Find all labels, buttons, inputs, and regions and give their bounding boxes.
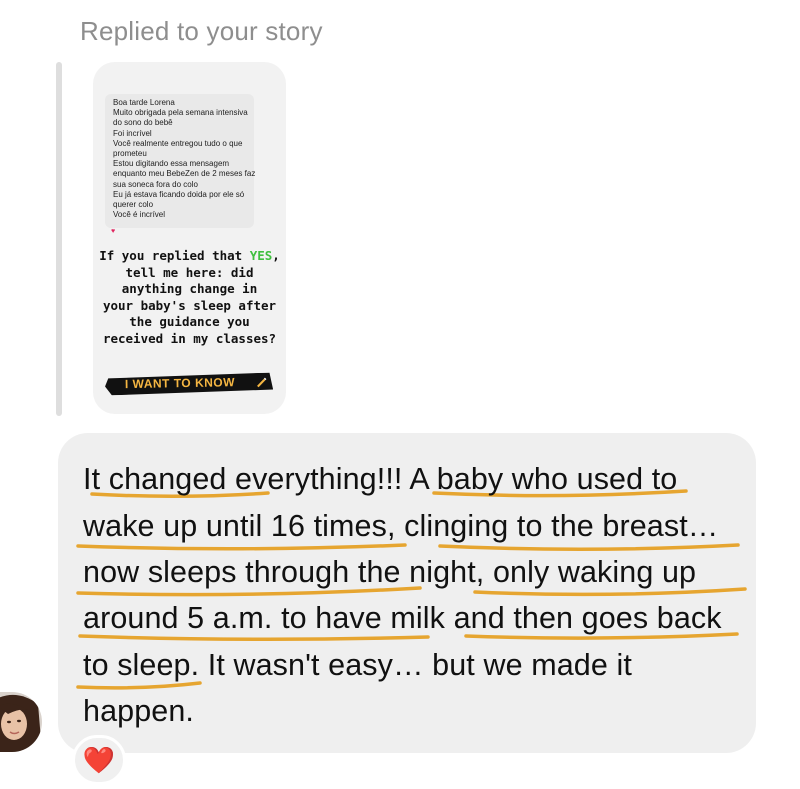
story-inner-line: do sono do bebê: [113, 118, 173, 128]
story-inner-line: Foi incrível: [113, 128, 152, 138]
story-inner-line: Muito obrigada pela semana intensiva: [113, 108, 248, 118]
cta-line: If you replied that YES,: [99, 248, 280, 263]
message-line: to sleep. It wasn't easy… but we made it: [83, 648, 632, 682]
message-line: It changed everything!!! A baby who used…: [83, 462, 678, 496]
reply-header: Replied to your story: [80, 16, 323, 46]
heart-reaction[interactable]: ❤️: [72, 735, 126, 785]
message-line: happen.: [83, 694, 194, 728]
cta-line: anything change in: [121, 281, 258, 296]
quote-bar: [56, 62, 62, 416]
i-want-to-know-button[interactable]: I WANT TO KNOW: [105, 373, 273, 396]
sender-avatar[interactable]: [0, 692, 42, 752]
cta-line: received in my classes?: [102, 330, 277, 346]
i-want-to-know-label: I WANT TO KNOW: [124, 375, 236, 392]
avatar-photo: [0, 692, 42, 752]
story-inner-line: sua soneca fora do colo: [113, 179, 198, 189]
story-preview[interactable]: Boa tarde Lorena Muito obrigada pela sem…: [93, 62, 286, 414]
story-cta-text: If you replied that YES, tell me here: d…: [93, 248, 286, 347]
cta-line: the guidance you: [129, 314, 250, 329]
story-heart-icon: ♥: [111, 228, 116, 235]
cta-line: your baby's sleep after: [102, 297, 277, 313]
heart-reaction-icon: ❤️: [82, 744, 116, 775]
pencil-icon: [255, 376, 267, 388]
story-inner-line: Você é incrível: [113, 210, 166, 220]
story-inner-line: prometeu: [113, 149, 147, 159]
story-inner-line: Eu já estava ficando doida por ele só: [113, 189, 245, 199]
message-line: wake up until 16 times, clinging to the …: [83, 509, 719, 543]
story-inner-line: Estou digitando essa mensagem: [113, 159, 230, 169]
message-line: around 5 a.m. to have milk and then goes…: [83, 601, 722, 635]
cta-line: tell me here: did: [125, 264, 254, 280]
message-line: now sleeps through the night, only wakin…: [83, 555, 697, 589]
cta-yes-highlight: YES: [249, 248, 273, 263]
story-inner-line: Boa tarde Lorena: [113, 98, 175, 107]
story-inner-line: Você realmente entregou tudo o que: [113, 138, 243, 148]
story-inner-line: enquanto meu BebeZen de 2 meses faz: [113, 169, 256, 179]
story-inner-message: Boa tarde Lorena Muito obrigada pela sem…: [105, 94, 256, 228]
story-inner-line: querer colo: [113, 200, 154, 210]
